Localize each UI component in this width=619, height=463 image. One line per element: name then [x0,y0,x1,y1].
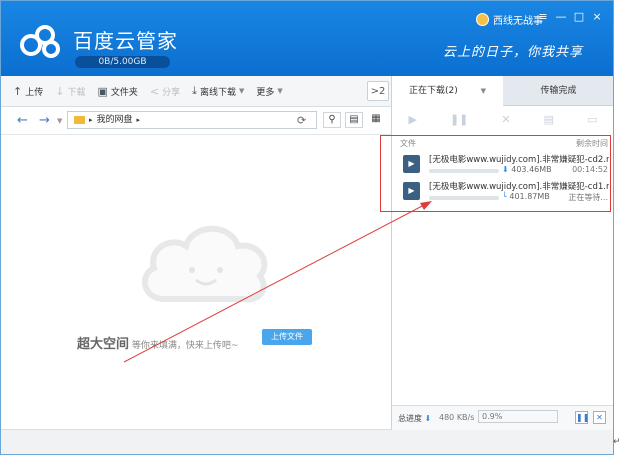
offline-download-button[interactable]: ⤓ 离线下载 ▼ [192,84,244,98]
app-title: 百度云管家 [73,29,178,53]
transfer-pane: 正在下载(2) ▼ 传输完成 ▶ ❚❚ ✕ ▤ ▭ 文件 剩余时间 ▶ [无极电… [391,76,613,429]
total-progress-bar: 总进度 ⬇ 480 KB/s 0.9% ❚❚ ✕ [392,405,613,430]
offline-download-icon: ⤓ [192,84,197,97]
baidu-cloud-window: 百度云管家 0B/5.00GB 西线无战事 ≡ — □ × 云上的日子，你我共享… [0,0,614,455]
start-icon[interactable]: ▶ [409,113,417,126]
forward-arrow-icon[interactable]: → [39,113,50,128]
upload-arrow-icon: ↑ [13,84,23,98]
folder-icon [74,116,85,124]
storage-quota[interactable]: 0B/5.00GB [75,56,170,68]
refresh-icon[interactable]: ⟳ [297,114,306,127]
menu-button[interactable]: ≡ [535,10,551,24]
minimize-button[interactable]: — [553,10,569,24]
empty-cloud-icon [141,225,268,303]
pause-all-button[interactable]: ❚❚ [575,411,589,424]
pause-icon[interactable]: ❚❚ [450,113,468,126]
search-icon[interactable]: ⚲ [323,112,341,128]
empty-state-title: 超大空间 [77,337,130,352]
total-progress-label: 总进度 ⬇ [398,414,432,423]
total-percent: 0.9% [478,410,558,423]
upload-file-button[interactable]: 上传文件 [262,329,312,345]
tab-completed[interactable]: 传输完成 [503,76,613,106]
maximize-button[interactable]: □ [571,10,587,24]
share-button[interactable]: < 分享 [150,85,180,98]
delete-icon[interactable]: ✕ [501,113,510,126]
transfer-toolbar: ▶ ❚❚ ✕ ▤ ▭ [392,106,613,132]
close-button[interactable]: × [589,10,605,24]
new-folder-button[interactable]: ▣ 文件夹 [97,85,137,98]
clear-icon[interactable]: ▤ [544,113,554,126]
corner-mark: ↵ [613,437,619,447]
chevron-down-icon[interactable]: ▼ [481,87,486,95]
path-breadcrumb[interactable]: ▸ 我的网盘 ▸ [67,111,317,129]
chevron-down-icon: ▼ [239,87,245,95]
folder-plus-icon: ▣ [97,84,108,98]
history-dropdown-icon[interactable]: ▼ [57,117,62,125]
collapse-pane-button[interactable]: >2 [367,81,389,101]
tab-downloading[interactable]: 正在下载(2) ▼ [392,76,503,107]
app-header: 百度云管家 0B/5.00GB 西线无战事 ≡ — □ × 云上的日子，你我共享 [1,1,613,76]
grid-view-icon[interactable]: ▦ [367,112,385,128]
slogan: 云上的日子，你我共享 [442,45,583,60]
status-bar [1,429,613,454]
download-arrow-icon: ⬇ [424,414,432,423]
view-toggle-icon[interactable]: ▤ [345,112,363,128]
download-arrow-icon: ↓ [55,84,65,98]
annotation-highlight-box [380,135,611,212]
cloud-logo-icon [20,25,60,58]
navigation-bar: ← → ▼ ▸ 我的网盘 ▸ ⟳ ⚲ ▤ ▦ [1,107,391,135]
transfer-tabs: 正在下载(2) ▼ 传输完成 [392,76,613,107]
download-button[interactable]: ↓ 下载 [55,85,85,98]
cancel-all-button[interactable]: ✕ [593,411,606,424]
open-folder-icon[interactable]: ▭ [587,113,597,126]
empty-state-subtitle: 等你来填满，快来上传吧~ [131,341,239,351]
total-speed: 480 KB/s [439,413,475,422]
chevron-down-icon: ▼ [277,87,283,95]
upload-button[interactable]: ↑ 上传 [13,85,43,98]
share-icon: < [149,84,160,98]
main-toolbar: ↑ 上传 ↓ 下载 ▣ 文件夹 < 分享 ⤓ 离线下载 ▼ 更多 ▼ [1,76,391,107]
more-button[interactable]: 更多 ▼ [256,85,282,98]
path-root[interactable]: 我的网盘 [97,112,133,128]
empty-state-text: 超大空间 等你来填满，快来上传吧~ [77,333,238,352]
user-menu[interactable]: 西线无战事 [476,12,543,27]
user-avatar-icon [476,13,489,26]
back-arrow-icon[interactable]: ← [17,113,28,128]
